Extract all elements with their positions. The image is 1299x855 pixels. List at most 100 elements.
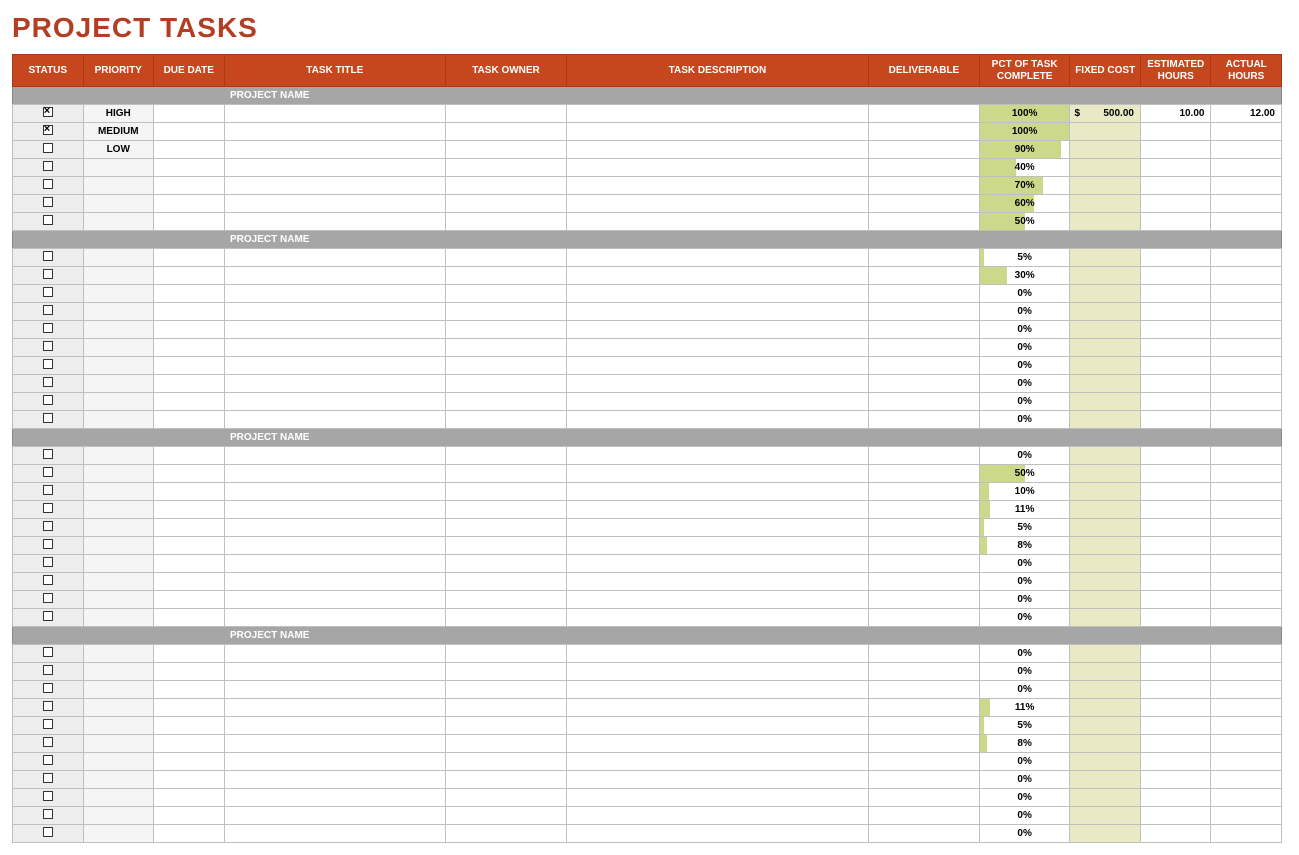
due-date-cell[interactable] <box>154 285 225 303</box>
status-checkbox[interactable] <box>43 485 53 495</box>
due-date-cell[interactable] <box>154 555 225 573</box>
priority-cell[interactable] <box>83 339 154 357</box>
status-checkbox[interactable] <box>43 413 53 423</box>
task-owner-cell[interactable] <box>446 141 567 159</box>
due-date-cell[interactable] <box>154 753 225 771</box>
deliverable-cell[interactable] <box>869 411 980 429</box>
deliverable-cell[interactable] <box>869 537 980 555</box>
actual-hours-cell[interactable] <box>1211 483 1282 501</box>
status-checkbox[interactable] <box>43 143 53 153</box>
priority-cell[interactable] <box>83 249 154 267</box>
fixed-cost-cell[interactable] <box>1070 555 1141 573</box>
status-cell[interactable] <box>13 339 84 357</box>
deliverable-cell[interactable] <box>869 501 980 519</box>
due-date-cell[interactable] <box>154 663 225 681</box>
task-description-cell[interactable] <box>566 195 868 213</box>
task-owner-cell[interactable] <box>446 717 567 735</box>
priority-cell[interactable] <box>83 609 154 627</box>
status-cell[interactable] <box>13 411 84 429</box>
task-title-cell[interactable] <box>224 681 446 699</box>
task-description-cell[interactable] <box>566 249 868 267</box>
pct-complete-cell[interactable]: 0% <box>979 303 1070 321</box>
fixed-cost-cell[interactable] <box>1070 573 1141 591</box>
status-checkbox[interactable] <box>43 503 53 513</box>
status-cell[interactable] <box>13 267 84 285</box>
task-owner-cell[interactable] <box>446 105 567 123</box>
actual-hours-cell[interactable] <box>1211 681 1282 699</box>
priority-cell[interactable] <box>83 717 154 735</box>
task-title-cell[interactable] <box>224 483 446 501</box>
priority-cell[interactable] <box>83 699 154 717</box>
actual-hours-cell[interactable] <box>1211 375 1282 393</box>
status-cell[interactable] <box>13 177 84 195</box>
fixed-cost-cell[interactable] <box>1070 717 1141 735</box>
deliverable-cell[interactable] <box>869 771 980 789</box>
fixed-cost-cell[interactable] <box>1070 483 1141 501</box>
task-title-cell[interactable] <box>224 699 446 717</box>
due-date-cell[interactable] <box>154 591 225 609</box>
due-date-cell[interactable] <box>154 645 225 663</box>
fixed-cost-cell[interactable] <box>1070 141 1141 159</box>
task-title-cell[interactable] <box>224 411 446 429</box>
task-title-cell[interactable] <box>224 375 446 393</box>
status-cell[interactable] <box>13 555 84 573</box>
status-checkbox[interactable] <box>43 323 53 333</box>
status-checkbox[interactable] <box>43 539 53 549</box>
pct-complete-cell[interactable]: 0% <box>979 825 1070 843</box>
task-owner-cell[interactable] <box>446 249 567 267</box>
fixed-cost-cell[interactable]: $500.00 <box>1070 105 1141 123</box>
task-title-cell[interactable] <box>224 573 446 591</box>
task-title-cell[interactable] <box>224 141 446 159</box>
status-cell[interactable] <box>13 645 84 663</box>
due-date-cell[interactable] <box>154 483 225 501</box>
deliverable-cell[interactable] <box>869 609 980 627</box>
priority-cell[interactable] <box>83 663 154 681</box>
estimated-hours-cell[interactable] <box>1140 825 1211 843</box>
due-date-cell[interactable] <box>154 303 225 321</box>
task-owner-cell[interactable] <box>446 807 567 825</box>
priority-cell[interactable] <box>83 159 154 177</box>
fixed-cost-cell[interactable] <box>1070 249 1141 267</box>
priority-cell[interactable] <box>83 789 154 807</box>
status-cell[interactable] <box>13 213 84 231</box>
due-date-cell[interactable] <box>154 789 225 807</box>
priority-cell[interactable] <box>83 267 154 285</box>
actual-hours-cell[interactable] <box>1211 717 1282 735</box>
status-checkbox[interactable] <box>43 557 53 567</box>
due-date-cell[interactable] <box>154 375 225 393</box>
status-checkbox[interactable] <box>43 251 53 261</box>
priority-cell[interactable]: HIGH <box>83 105 154 123</box>
estimated-hours-cell[interactable] <box>1140 573 1211 591</box>
actual-hours-cell[interactable] <box>1211 537 1282 555</box>
pct-complete-cell[interactable]: 10% <box>979 483 1070 501</box>
fixed-cost-cell[interactable] <box>1070 789 1141 807</box>
actual-hours-cell[interactable] <box>1211 663 1282 681</box>
task-description-cell[interactable] <box>566 717 868 735</box>
status-cell[interactable] <box>13 771 84 789</box>
status-checkbox[interactable] <box>43 377 53 387</box>
actual-hours-cell[interactable] <box>1211 177 1282 195</box>
deliverable-cell[interactable] <box>869 249 980 267</box>
pct-complete-cell[interactable]: 50% <box>979 465 1070 483</box>
actual-hours-cell[interactable] <box>1211 609 1282 627</box>
pct-complete-cell[interactable]: 0% <box>979 789 1070 807</box>
task-owner-cell[interactable] <box>446 447 567 465</box>
priority-cell[interactable] <box>83 285 154 303</box>
actual-hours-cell[interactable] <box>1211 393 1282 411</box>
estimated-hours-cell[interactable] <box>1140 555 1211 573</box>
status-checkbox[interactable] <box>43 755 53 765</box>
task-description-cell[interactable] <box>566 285 868 303</box>
fixed-cost-cell[interactable] <box>1070 357 1141 375</box>
task-owner-cell[interactable] <box>446 375 567 393</box>
status-checkbox[interactable] <box>43 701 53 711</box>
fixed-cost-cell[interactable] <box>1070 735 1141 753</box>
fixed-cost-cell[interactable] <box>1070 285 1141 303</box>
fixed-cost-cell[interactable] <box>1070 681 1141 699</box>
deliverable-cell[interactable] <box>869 159 980 177</box>
actual-hours-cell[interactable] <box>1211 303 1282 321</box>
task-owner-cell[interactable] <box>446 645 567 663</box>
status-cell[interactable] <box>13 321 84 339</box>
status-cell[interactable] <box>13 141 84 159</box>
estimated-hours-cell[interactable] <box>1140 339 1211 357</box>
status-cell[interactable] <box>13 807 84 825</box>
